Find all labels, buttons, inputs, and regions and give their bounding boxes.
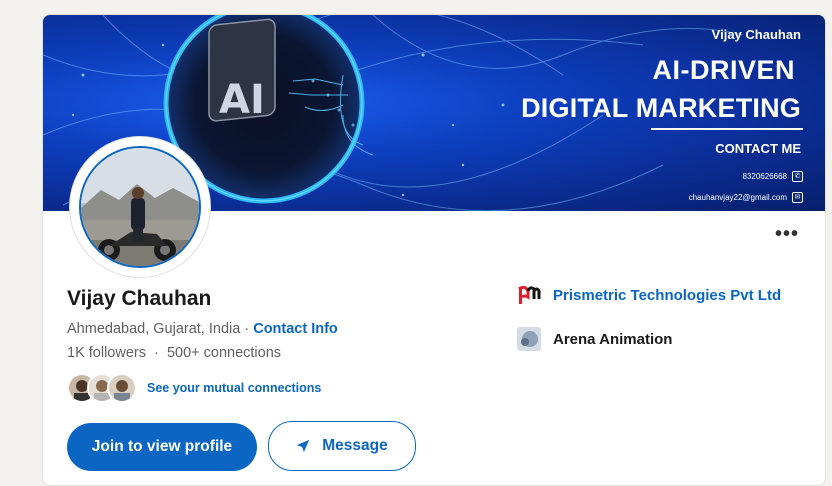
banner-email: chauhanvjay22@gmail.com xyxy=(688,193,787,202)
message-button[interactable]: Message xyxy=(268,421,416,471)
location-separator: · xyxy=(244,321,250,337)
avatar[interactable] xyxy=(70,137,210,277)
experience-item[interactable]: Prismetric Technologies Pvt Ltd xyxy=(517,283,781,307)
profile-stats: 1K followers · 500+ connections xyxy=(67,345,281,361)
profile-location: Ahmedabad, Gujarat, India xyxy=(67,321,241,337)
followers-count: 1K followers xyxy=(67,345,146,361)
banner-phone-row: 8320626668 ✆ xyxy=(742,171,803,182)
join-to-view-profile-button[interactable]: Join to view profile xyxy=(67,423,257,471)
profile-name: Vijay Chauhan xyxy=(67,287,212,310)
mutual-avatar xyxy=(107,373,137,403)
avatar-photo-art xyxy=(81,148,199,266)
profile-location-row: Ahmedabad, Gujarat, India · Contact Info xyxy=(67,321,338,337)
experience-company: Arena Animation xyxy=(553,330,673,348)
stats-separator: · xyxy=(154,345,159,361)
mail-icon: ✉ xyxy=(792,192,803,203)
profile-card: AI Vijay Chauhan AI-DRIVEN DIGITAL MARKE… xyxy=(42,14,826,486)
banner-name: Vijay Chauhan xyxy=(711,27,801,42)
connections-count: 500+ connections xyxy=(166,345,282,361)
phone-icon: ✆ xyxy=(792,171,803,182)
more-options-button[interactable]: ••• xyxy=(775,224,799,244)
contact-info-link[interactable]: Contact Info xyxy=(253,321,338,337)
banner-contact-heading: CONTACT ME xyxy=(715,141,801,156)
experience-item[interactable]: Arena Animation xyxy=(517,327,672,351)
prismetric-logo-icon xyxy=(517,283,541,307)
experience-company: Prismetric Technologies Pvt Ltd xyxy=(553,286,782,304)
mutual-connections-link[interactable]: See your mutual connections xyxy=(147,381,321,395)
banner-email-row: chauhanvjay22@gmail.com ✉ xyxy=(689,192,803,203)
avatar-photo xyxy=(79,146,201,268)
send-icon xyxy=(297,439,310,453)
ai-badge-text: AI xyxy=(219,77,265,123)
arena-animation-logo-icon xyxy=(517,327,541,351)
banner-divider xyxy=(651,128,803,130)
mutual-connections[interactable]: See your mutual connections xyxy=(67,373,321,403)
banner-title-line1: AI-DRIVEN xyxy=(652,55,795,85)
banner-title-line2: DIGITAL MARKETING xyxy=(521,93,801,123)
message-label: Message xyxy=(322,437,388,454)
banner-phone: 8320626668 xyxy=(742,172,788,181)
